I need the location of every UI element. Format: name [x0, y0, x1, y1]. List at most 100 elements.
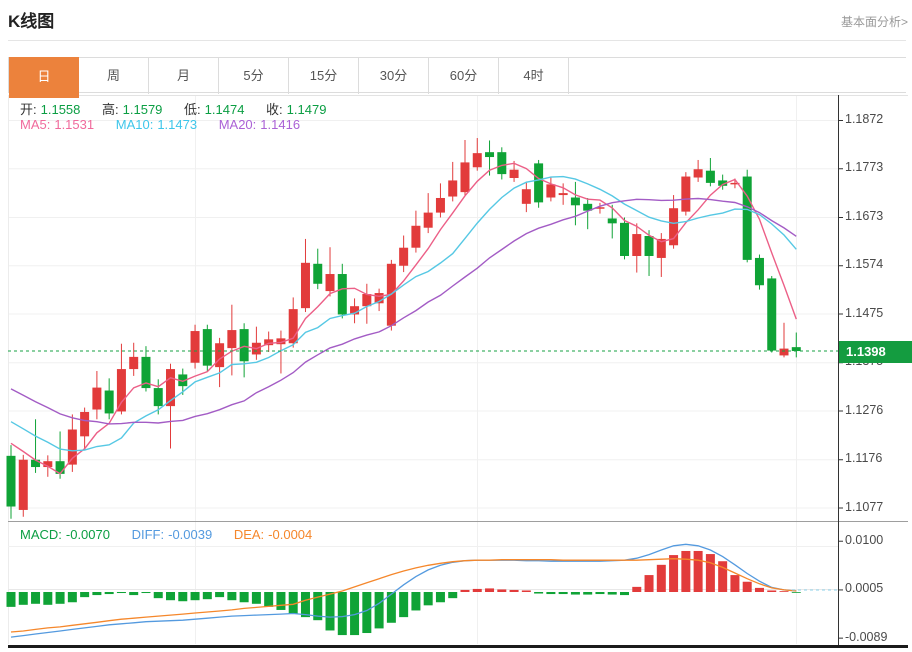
- macd-bar-up: [497, 589, 506, 592]
- candle-up: [780, 349, 789, 356]
- tab-30min[interactable]: 30分: [359, 58, 429, 94]
- candle-up: [559, 193, 568, 195]
- candle-down: [608, 218, 617, 223]
- candle-up: [117, 369, 126, 411]
- diff-label: DIFF:: [132, 527, 165, 542]
- candle-down: [767, 278, 776, 350]
- candle-up: [129, 357, 138, 369]
- tab-month[interactable]: 月: [149, 58, 219, 94]
- macd-bar-down: [203, 592, 212, 599]
- macd-bar-down: [534, 592, 543, 594]
- macd-bar-up: [669, 555, 678, 592]
- candle-up: [227, 330, 236, 348]
- candle-up: [473, 153, 482, 167]
- macd-bar-down: [19, 592, 28, 605]
- tab-week[interactable]: 周: [79, 58, 149, 94]
- high-value: 1.1579: [123, 102, 163, 117]
- candle-down: [645, 236, 654, 256]
- macd-bar-down: [571, 592, 580, 595]
- price-tick-label: 1.1773: [845, 160, 883, 174]
- candle-up: [522, 189, 531, 204]
- candle-down: [706, 171, 715, 183]
- kline-chart-canvas[interactable]: [0, 0, 912, 652]
- macd-bar-down: [546, 592, 555, 594]
- macd-bar-down: [620, 592, 629, 595]
- period-tabs: 日 周 月 5分 15分 30分 60分 4时: [8, 57, 906, 93]
- candle-down: [240, 329, 249, 361]
- macd-bar-down: [608, 592, 617, 595]
- macd-bar-up: [743, 582, 752, 592]
- price-tick-label: 1.1176: [845, 451, 882, 465]
- candle-up: [301, 263, 310, 308]
- macd-bar-up: [460, 590, 469, 592]
- candle-up: [448, 180, 457, 196]
- candle-up: [19, 460, 28, 510]
- candle-down: [105, 391, 114, 414]
- low-value: 1.1474: [205, 102, 245, 117]
- candle-up: [399, 248, 408, 266]
- macd-tick-label: -0.0089: [845, 630, 887, 644]
- macd-bar-down: [215, 592, 224, 597]
- macd-bar-down: [166, 592, 175, 600]
- price-tick-label: 1.1276: [845, 403, 883, 417]
- macd-bar-up: [657, 565, 666, 592]
- tab-5min[interactable]: 5分: [219, 58, 289, 94]
- macd-bar-up: [485, 588, 494, 592]
- macd-bar-down: [7, 592, 16, 607]
- macd-bar-down: [362, 592, 371, 633]
- candle-up: [694, 169, 703, 177]
- candle-up: [460, 162, 469, 192]
- macd-bar-down: [559, 592, 568, 594]
- tab-4hour[interactable]: 4时: [499, 58, 569, 94]
- macd-bar-down: [411, 592, 420, 610]
- price-tick-label: 1.1673: [845, 209, 883, 223]
- price-tick-label: 1.1077: [845, 500, 883, 514]
- current-price-badge: 1.1398: [839, 341, 912, 363]
- macd-bar-down: [448, 592, 457, 598]
- candle-down: [338, 274, 347, 314]
- candle-up: [510, 170, 519, 178]
- low-label: 低:: [184, 102, 201, 117]
- ma10-value: 1.1473: [157, 117, 197, 132]
- ma20-value: 1.1416: [260, 117, 300, 132]
- candle-up: [92, 388, 101, 410]
- macd-bar-down: [56, 592, 65, 604]
- macd-bar-down: [301, 592, 310, 617]
- candle-up: [436, 198, 445, 213]
- candle-down: [571, 198, 580, 206]
- candle-down: [497, 152, 506, 174]
- tab-15min[interactable]: 15分: [289, 58, 359, 94]
- macd-bar-down: [141, 592, 150, 593]
- macd-bar-down: [399, 592, 408, 617]
- candle-down: [620, 223, 629, 256]
- macd-bar-up: [706, 554, 715, 592]
- macd-bar-up: [755, 588, 764, 592]
- macd-tick-label: 0.0005: [845, 581, 883, 595]
- macd-tick-label: 0.0100: [845, 533, 883, 547]
- tab-60min[interactable]: 60分: [429, 58, 499, 94]
- candle-up: [411, 226, 420, 248]
- kline-page: { "header": { "title": "K线图", "link_labe…: [0, 0, 912, 652]
- macd-bar-up: [632, 587, 641, 592]
- diff-value: -0.0039: [168, 527, 212, 542]
- dea-label: DEA:: [234, 527, 264, 542]
- macd-bar-down: [436, 592, 445, 602]
- candle-down: [313, 264, 322, 284]
- macd-bar-down: [338, 592, 347, 635]
- ma5-value: 1.1531: [54, 117, 94, 132]
- candle-up: [191, 331, 200, 363]
- candle-down: [7, 456, 16, 507]
- macd-bar-down: [31, 592, 40, 604]
- candle-up: [362, 294, 371, 306]
- ohlc-readout: 开:1.1558 高:1.1579 低:1.1474 收:1.1479: [20, 99, 330, 118]
- candle-up: [424, 213, 433, 228]
- dea-value: -0.0004: [268, 527, 312, 542]
- macd-bar-up: [510, 590, 519, 592]
- macd-bar-up: [473, 589, 482, 592]
- macd-bar-down: [92, 592, 101, 595]
- tab-day[interactable]: 日: [9, 57, 79, 98]
- candle-down: [154, 388, 163, 406]
- macd-bar-down: [105, 592, 114, 594]
- price-tick-label: 1.1872: [845, 112, 883, 126]
- candle-down: [792, 347, 801, 351]
